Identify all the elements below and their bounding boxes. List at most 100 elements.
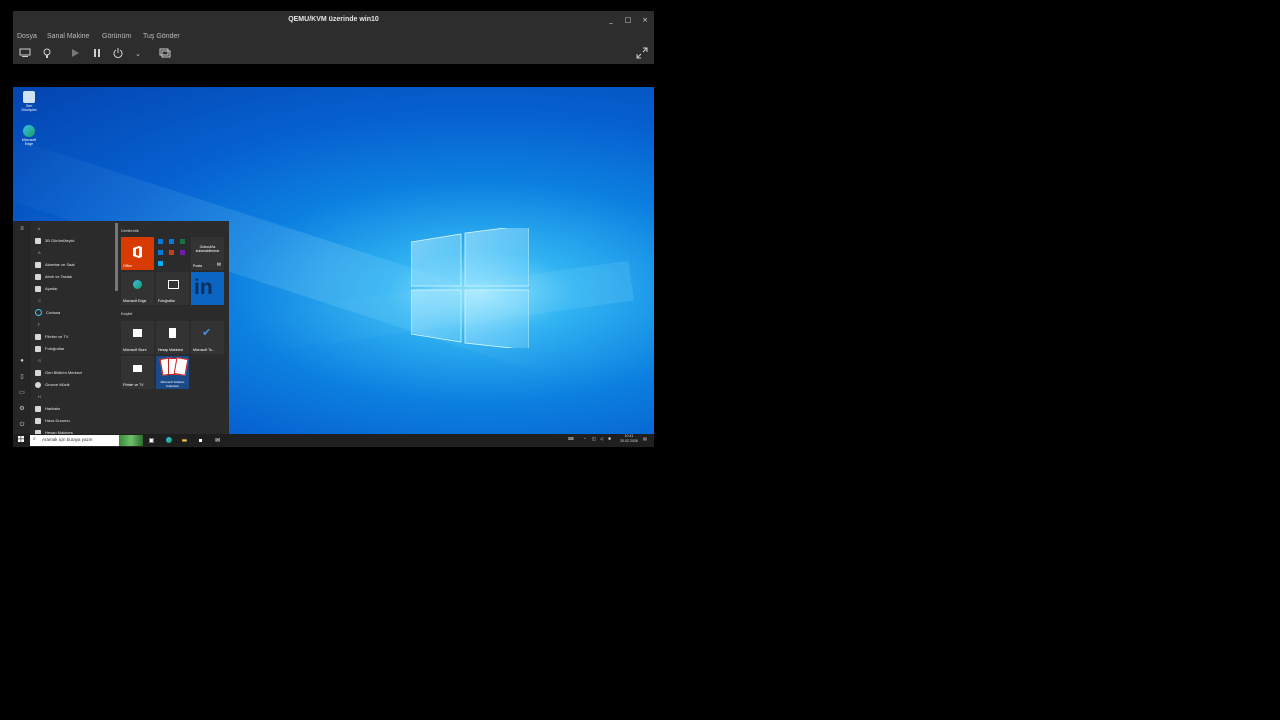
app-cortana[interactable]: Cortana [35, 308, 60, 317]
app-list-scrollbar[interactable] [115, 223, 118, 291]
menu-view[interactable]: Görünüm [102, 33, 131, 40]
task-view-icon[interactable]: ▣ [147, 436, 156, 445]
tile-linkedin[interactable]: in [191, 272, 224, 305]
app-photos[interactable]: Fotoğraflar [35, 344, 64, 353]
group-explore[interactable]: Keşfet [121, 311, 132, 316]
window-title: QEMU/KVM üzerinde win10 [288, 16, 379, 23]
desktop-icon-edge[interactable]: Microsoft Edge [18, 125, 40, 153]
title-bar[interactable]: QEMU/KVM üzerinde win10 _ □ × [13, 11, 654, 30]
mail-icon: ✉ [216, 262, 221, 268]
app-groove-music[interactable]: Groove Müzik [35, 380, 70, 389]
tile-edge[interactable]: Microsoft Edge [121, 272, 154, 305]
folder-icon[interactable]: ▬ [180, 436, 189, 445]
app-list-header[interactable]: A [38, 248, 41, 257]
check-icon: ✔ [202, 327, 212, 339]
menu-send-key[interactable]: Tuş Gönder [143, 33, 180, 40]
mail-icon[interactable]: ✉ [213, 436, 222, 445]
clock-icon [35, 261, 41, 268]
monitor-icon[interactable] [18, 47, 32, 61]
play-icon[interactable] [68, 47, 82, 61]
clock[interactable]: 10:41 20.02.2026 [617, 434, 641, 447]
windows-start-icon[interactable] [16, 436, 25, 445]
app-weather[interactable]: Hava Durumu [35, 416, 70, 425]
keyboard-icon[interactable]: ⌨ [568, 436, 574, 441]
viewer-gap [13, 64, 654, 87]
app-label: Filmler ve TV [45, 334, 69, 339]
tile-label: Microsoft Edge [123, 299, 147, 303]
tile-movies-tv[interactable]: Filmler ve TV [121, 356, 154, 389]
start-rail: ≡ ● ▯ ▭ ⚙ ⏻ [13, 221, 31, 436]
app-maps[interactable]: Haritalar [35, 404, 60, 413]
desktop-icon-recycle-bin[interactable]: Geri Dönüşüm [18, 91, 40, 119]
app-list-header[interactable]: G [38, 356, 41, 365]
maximize-button[interactable]: □ [622, 15, 634, 26]
minimize-button[interactable]: _ [605, 15, 617, 26]
tile-store[interactable]: Microsoft Store [121, 321, 154, 354]
edge-icon [23, 125, 35, 137]
app-list-header[interactable]: H [38, 392, 41, 401]
calculator-icon [169, 328, 176, 338]
tile-photos[interactable]: Fotoğraflar [156, 272, 189, 305]
tile-label: Fotoğraflar [158, 299, 175, 303]
volume-icon[interactable]: ◁ [600, 436, 603, 441]
edge-icon[interactable] [164, 436, 173, 445]
powerpoint-icon [169, 250, 174, 255]
tile-label: Microsoft Store [123, 348, 147, 352]
group-productivity[interactable]: Üretkenlik [121, 228, 139, 233]
gear-icon[interactable]: ⚙ [18, 405, 26, 413]
search-highlight-image [119, 435, 143, 446]
tile-app-folder[interactable] [156, 237, 189, 270]
store-icon[interactable]: ▪ [196, 436, 205, 445]
clock-date: 20.02.2026 [620, 439, 638, 443]
app-list-header[interactable]: F [38, 320, 40, 329]
film-icon [133, 365, 142, 372]
network-icon[interactable]: ◫ [592, 436, 596, 441]
chevron-down-icon[interactable]: ⌄ [131, 47, 145, 61]
power-icon[interactable]: ⏻ [18, 421, 26, 429]
app-list-header[interactable]: C [38, 296, 41, 305]
posta-label: Posta [193, 264, 202, 268]
office-icon [133, 246, 142, 258]
tile-area: Üretkenlik Office Outlook'ta kullanabili… [121, 225, 227, 435]
linkedin-icon: in [194, 276, 213, 299]
language-icon[interactable]: ✱ [608, 436, 611, 441]
screenshot-icon[interactable] [158, 47, 172, 61]
tile-label: Filmler ve TV [123, 383, 144, 387]
document-icon[interactable]: ▯ [18, 373, 26, 381]
power-icon[interactable] [111, 47, 125, 61]
close-button[interactable]: × [639, 15, 651, 26]
app-alarms[interactable]: Alarmlar ve Saat [35, 260, 75, 269]
hamburger-icon[interactable]: ≡ [18, 225, 26, 233]
tile-office[interactable]: Office [121, 237, 154, 270]
app-3d-viewer[interactable]: 3B Görüntüleyici [35, 236, 74, 245]
tile-mail[interactable]: Outlook'ta kullanabilirsiniz Posta ✉ [191, 237, 224, 270]
onedrive-icon [158, 250, 163, 255]
app-movies-tv[interactable]: Filmler ve TV [35, 332, 68, 341]
taskbar-search[interactable]: ⌕ Aramak için buraya yazın [30, 435, 143, 446]
app-list-header[interactable]: # [38, 224, 40, 233]
skype-icon [158, 261, 163, 266]
lightbulb-icon[interactable] [40, 47, 54, 61]
weather-icon [35, 417, 41, 424]
tile-solitaire[interactable]: Microsoft Solitaire Collection [156, 356, 189, 389]
vm-screen[interactable]: Geri Dönüşüm Microsoft Edge ≡ ● ▯ ▭ ⚙ ⏻ … [13, 87, 654, 447]
chevron-up-icon[interactable]: ^ [584, 436, 586, 441]
menu-virtual-machine[interactable]: Sanal Makine [47, 33, 89, 40]
tile-calculator[interactable]: Hesap Makinesi [156, 321, 189, 354]
gear-icon [35, 285, 41, 292]
app-settings[interactable]: Ayarlar [35, 284, 58, 293]
taskbar: ⌕ Aramak için buraya yazın ▣ ▬ ▪ ✉ ⌨ ^ ◫… [13, 434, 654, 447]
tile-label: Hesap Makinesi [158, 348, 183, 352]
menu-file[interactable]: Dosya [17, 33, 37, 40]
app-snip-sketch[interactable]: Alıntı ve Taslak [35, 272, 72, 281]
cortana-icon [35, 309, 42, 317]
pictures-icon[interactable]: ▭ [18, 389, 26, 397]
user-icon[interactable]: ● [18, 357, 26, 365]
scissors-icon [35, 273, 41, 280]
tile-todo[interactable]: ✔ Microsoft To... [191, 321, 224, 354]
tile-label: Office [123, 264, 133, 268]
notification-icon[interactable]: ▤ [643, 436, 647, 441]
fullscreen-icon[interactable] [635, 47, 649, 61]
app-feedback-hub[interactable]: Geri Bildirim Merkezi [35, 368, 82, 377]
pause-icon[interactable] [90, 47, 104, 61]
